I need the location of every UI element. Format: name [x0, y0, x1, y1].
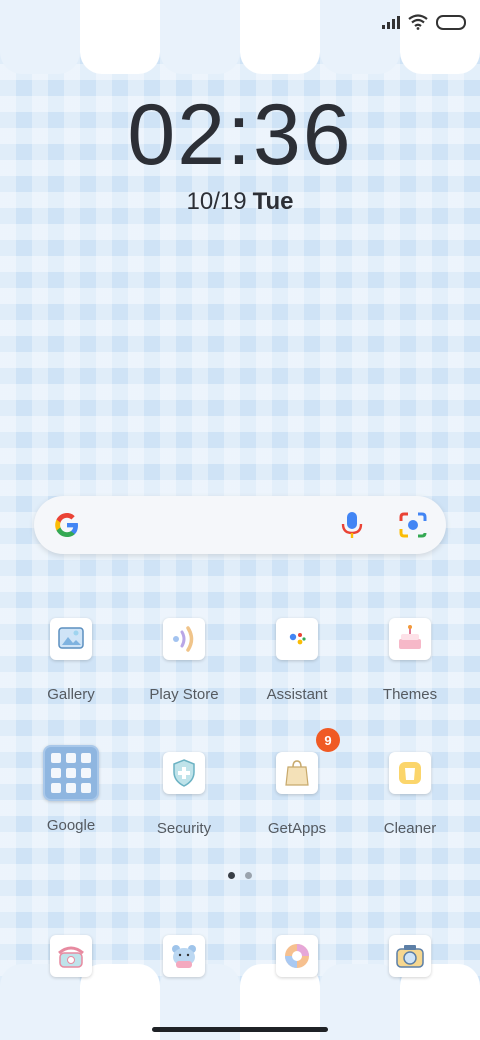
- app-label: GetApps: [267, 820, 327, 837]
- app-security[interactable]: Security: [129, 752, 239, 837]
- app-play-store[interactable]: Play Store: [129, 618, 239, 703]
- google-lens-icon[interactable]: [398, 511, 428, 539]
- page-dot-1: [228, 872, 235, 879]
- app-label: Play Store: [149, 686, 219, 703]
- status-bar: [382, 14, 466, 30]
- google-search-bar[interactable]: [34, 496, 446, 554]
- security-shield-icon: [163, 752, 205, 794]
- app-label: Google: [46, 817, 96, 834]
- messages-bear-icon: [172, 945, 196, 968]
- assistant-icon: [276, 618, 318, 660]
- folder-google[interactable]: Google: [16, 745, 126, 834]
- app-label: Themes: [382, 686, 438, 703]
- app-label: Security: [156, 820, 212, 837]
- app-getapps[interactable]: 9 GetApps: [242, 728, 352, 837]
- dock-browser[interactable]: [276, 935, 318, 977]
- page-dot-2: [245, 872, 252, 879]
- browser-icon: [285, 944, 309, 968]
- app-label: Cleaner: [383, 820, 437, 837]
- top-scallop-decoration: [0, 0, 480, 80]
- dock-phone[interactable]: [50, 935, 92, 977]
- app-cleaner[interactable]: Cleaner: [355, 752, 465, 837]
- battery-icon: [436, 14, 466, 30]
- home-gesture-bar[interactable]: [152, 1027, 328, 1032]
- themes-cake-icon: [389, 618, 431, 660]
- play-store-icon: [163, 618, 205, 660]
- page-indicator[interactable]: [0, 872, 480, 879]
- date-text: 10/19: [186, 188, 247, 215]
- google-g-icon: [55, 513, 78, 537]
- dock-messages[interactable]: [163, 935, 205, 977]
- folder-icon: [43, 745, 99, 801]
- dock-camera[interactable]: [389, 935, 431, 977]
- signal-bars-icon: [382, 15, 400, 29]
- wifi-icon: [408, 14, 428, 30]
- clock-date[interactable]: 10/19 Tue: [0, 188, 480, 216]
- app-themes[interactable]: Themes: [355, 618, 465, 703]
- app-label: Assistant: [266, 686, 328, 703]
- cleaner-bin-icon: [389, 752, 431, 794]
- gallery-icon: [50, 618, 92, 660]
- microphone-icon[interactable]: [340, 510, 364, 540]
- weekday-text: Tue: [252, 188, 294, 215]
- getapps-bag-icon: 9: [276, 728, 340, 794]
- app-label: Gallery: [47, 686, 95, 703]
- app-assistant[interactable]: Assistant: [242, 618, 352, 703]
- app-gallery[interactable]: Gallery: [16, 618, 126, 703]
- camera-icon: [396, 945, 424, 968]
- phone-icon: [58, 946, 84, 968]
- notification-badge: 9: [316, 728, 340, 752]
- clock-time[interactable]: 02:36: [0, 92, 480, 178]
